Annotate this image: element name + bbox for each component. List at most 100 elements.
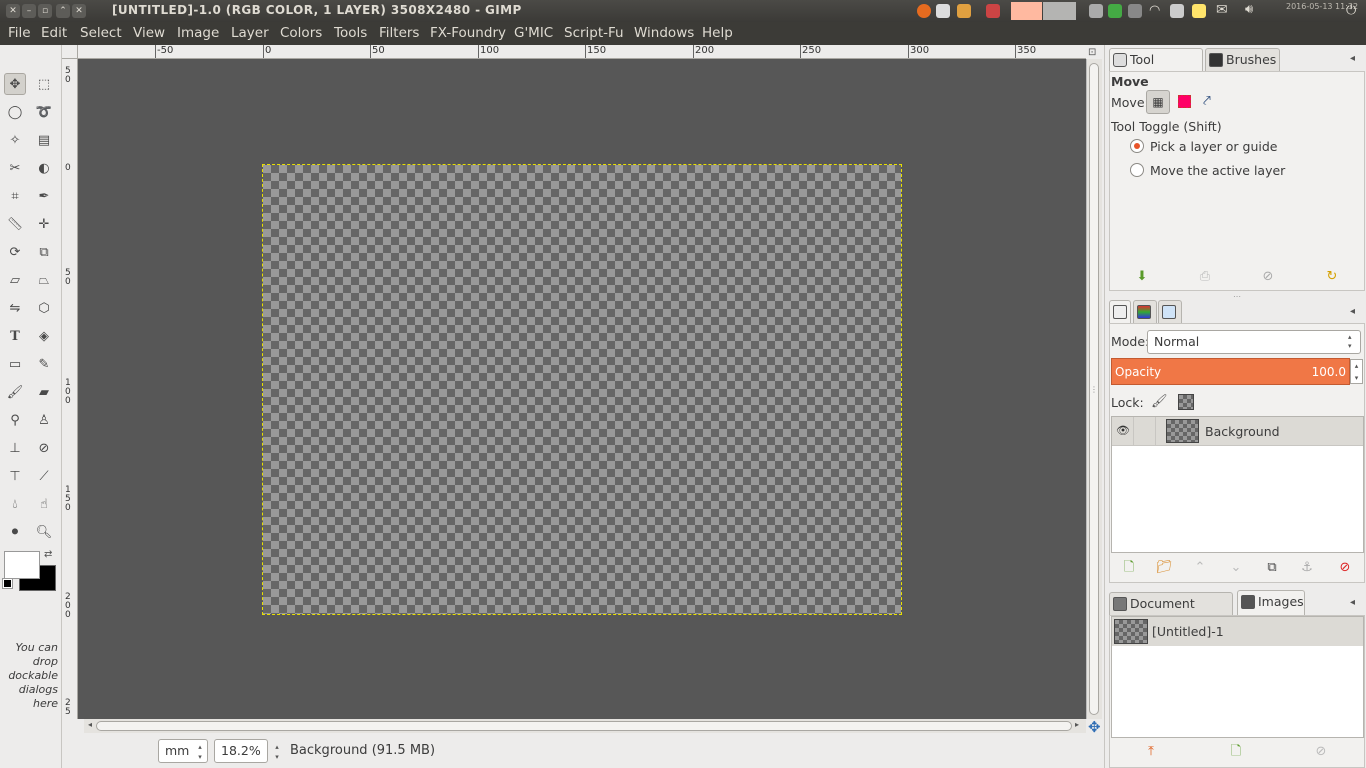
- lower-layer-icon[interactable]: ⌄: [1226, 558, 1246, 578]
- reset-options-icon[interactable]: ↻: [1322, 267, 1342, 287]
- minimize-window-icon[interactable]: –: [22, 4, 36, 18]
- panel-menu-icon[interactable]: ◂: [1350, 53, 1355, 64]
- scale-icon[interactable]: ⧉: [33, 241, 55, 263]
- image-name[interactable]: [Untitled]-1: [1152, 624, 1224, 639]
- pick-layer-label[interactable]: Pick a layer or guide: [1150, 139, 1278, 154]
- menu-tools[interactable]: Tools: [334, 25, 367, 41]
- scroll-left-icon[interactable]: ◂: [88, 720, 92, 729]
- measure-icon[interactable]: 📏︎: [4, 213, 26, 235]
- foreground-color-button[interactable]: [4, 551, 40, 579]
- duplicate-layer-icon[interactable]: ⧉: [1262, 558, 1282, 578]
- ellipse-select-icon[interactable]: ◯: [4, 101, 26, 123]
- power-icon[interactable]: ⏻: [1346, 3, 1356, 18]
- indicator-icon[interactable]: [986, 4, 1000, 18]
- menu-file[interactable]: File: [8, 25, 31, 41]
- image-row[interactable]: [Untitled]-1: [1112, 617, 1363, 646]
- flip-icon[interactable]: ⇋: [4, 297, 26, 319]
- horizontal-scroll-thumb[interactable]: [96, 721, 1072, 731]
- restore-window-icon[interactable]: ▫: [38, 4, 52, 18]
- network-icon[interactable]: [1128, 4, 1142, 18]
- folder-icon[interactable]: [957, 4, 971, 18]
- tab-tool-options[interactable]: Tool Options: [1109, 48, 1203, 89]
- shear-icon[interactable]: ▱: [4, 269, 26, 291]
- menu-view[interactable]: View: [133, 25, 165, 41]
- menu-script-fu[interactable]: Script-Fu: [564, 25, 624, 41]
- color-picker-icon[interactable]: ⟋: [33, 465, 55, 487]
- bucket-fill-icon[interactable]: ◈: [33, 325, 55, 347]
- layers-menu-icon[interactable]: ◂: [1350, 306, 1355, 317]
- menu-image[interactable]: Image: [177, 25, 219, 41]
- dodge-burn-icon[interactable]: ⚫: [4, 521, 26, 543]
- move-layer-mode-icon[interactable]: ▦: [1146, 90, 1170, 114]
- clone-icon[interactable]: ⊥: [4, 437, 26, 459]
- pencil-icon[interactable]: ✎: [33, 353, 55, 375]
- restore-options-icon[interactable]: ⎙: [1195, 267, 1215, 287]
- volume-icon[interactable]: 🔊︎: [1245, 2, 1253, 17]
- transparent-layer-image[interactable]: [262, 164, 902, 615]
- move-tool-icon[interactable]: ✥: [4, 73, 26, 95]
- gradient-icon[interactable]: ▭: [4, 353, 26, 375]
- update-icon[interactable]: [1108, 4, 1122, 18]
- delete-image-icon[interactable]: ⊘: [1311, 742, 1331, 762]
- menu-filters[interactable]: Filters: [379, 25, 419, 41]
- zoom-follow-icon[interactable]: ⊡: [1088, 47, 1096, 58]
- rect-select-icon[interactable]: ⬚: [33, 73, 55, 95]
- scroll-right-icon[interactable]: ▸: [1075, 720, 1079, 729]
- move-path-mode-icon[interactable]: ⤤: [1203, 93, 1211, 109]
- menu-layer[interactable]: Layer: [231, 25, 269, 41]
- ink-icon[interactable]: ♙: [33, 409, 55, 431]
- vertical-ruler[interactable]: 5 0 0 5 0 1 0 0 1 5 0 2 0 0 2 5: [62, 59, 78, 719]
- wifi-icon[interactable]: ◠: [1149, 3, 1160, 18]
- pane-grip-icon[interactable]: ⋯: [1233, 292, 1241, 301]
- visibility-eye-icon[interactable]: 👁︎: [1116, 424, 1130, 437]
- new-layer-icon[interactable]: 🗋︎: [1119, 558, 1139, 578]
- new-layer-group-icon[interactable]: 📁︎: [1154, 558, 1174, 578]
- clipboard-icon[interactable]: [1089, 4, 1103, 18]
- zoom-field[interactable]: 18.2%: [214, 739, 268, 763]
- perspective-clone-icon[interactable]: ⊤: [4, 465, 26, 487]
- smudge-icon[interactable]: ☝: [33, 493, 55, 515]
- mode-select[interactable]: Normal: [1147, 330, 1361, 354]
- menu-help[interactable]: Help: [702, 25, 733, 41]
- opacity-arrows-icon[interactable]: ▴ ▾: [1350, 359, 1363, 384]
- menu-colors[interactable]: Colors: [280, 25, 322, 41]
- notes-icon[interactable]: [1192, 4, 1206, 18]
- menu-windows[interactable]: Windows: [634, 25, 694, 41]
- default-colors-icon[interactable]: [2, 578, 13, 589]
- airbrush-icon[interactable]: ⚲: [4, 409, 26, 431]
- menu-edit[interactable]: Edit: [41, 25, 67, 41]
- zoom-icon[interactable]: 🔍︎: [33, 521, 55, 543]
- images-menu-icon[interactable]: ◂: [1350, 597, 1355, 608]
- navigate-icon[interactable]: ✥: [1088, 718, 1101, 736]
- foreground-select-icon[interactable]: ◐: [33, 157, 55, 179]
- tab-images[interactable]: Images: [1237, 590, 1305, 616]
- tab-document-history[interactable]: Document History: [1109, 592, 1233, 633]
- perspective-icon[interactable]: ⏢: [33, 269, 55, 291]
- zoom-arrows-icon[interactable]: ▴ ▾: [270, 742, 284, 762]
- rotate-icon[interactable]: ⟳: [4, 241, 26, 263]
- pick-layer-radio[interactable]: [1130, 139, 1144, 153]
- tab-layers[interactable]: [1109, 300, 1131, 324]
- anchor-layer-icon[interactable]: ⚓︎: [1297, 558, 1317, 578]
- close-window-icon[interactable]: ✕: [6, 4, 20, 18]
- battery-icon[interactable]: [1170, 4, 1184, 18]
- scissors-icon[interactable]: ✂: [4, 157, 26, 179]
- horizontal-ruler[interactable]: -50 0 50 100 150 200 250 300 350: [78, 45, 1086, 59]
- menu-fx-foundry[interactable]: FX-Foundry: [430, 25, 506, 41]
- tab-brushes[interactable]: Brushes: [1205, 48, 1280, 72]
- delete-layer-icon[interactable]: ⊘: [1335, 558, 1355, 578]
- menu-select[interactable]: Select: [80, 25, 122, 41]
- firefox-icon[interactable]: [917, 4, 931, 18]
- new-view-icon[interactable]: 🗋︎: [1226, 742, 1246, 762]
- text-tool-icon[interactable]: T: [4, 325, 26, 347]
- blur-icon[interactable]: 💧︎: [4, 493, 26, 515]
- opacity-slider[interactable]: Opacity 100.0: [1111, 358, 1350, 385]
- swap-colors-icon[interactable]: ⇄: [44, 549, 52, 560]
- eraser-icon[interactable]: ▰: [33, 381, 55, 403]
- move-active-label[interactable]: Move the active layer: [1150, 163, 1285, 178]
- tab-channels[interactable]: [1133, 300, 1157, 324]
- mail-icon[interactable]: ✉: [1216, 2, 1228, 18]
- raise-image-icon[interactable]: ⤒: [1141, 742, 1161, 762]
- layer-name[interactable]: Background: [1205, 424, 1280, 439]
- fuzzy-select-icon[interactable]: ✧: [4, 129, 26, 151]
